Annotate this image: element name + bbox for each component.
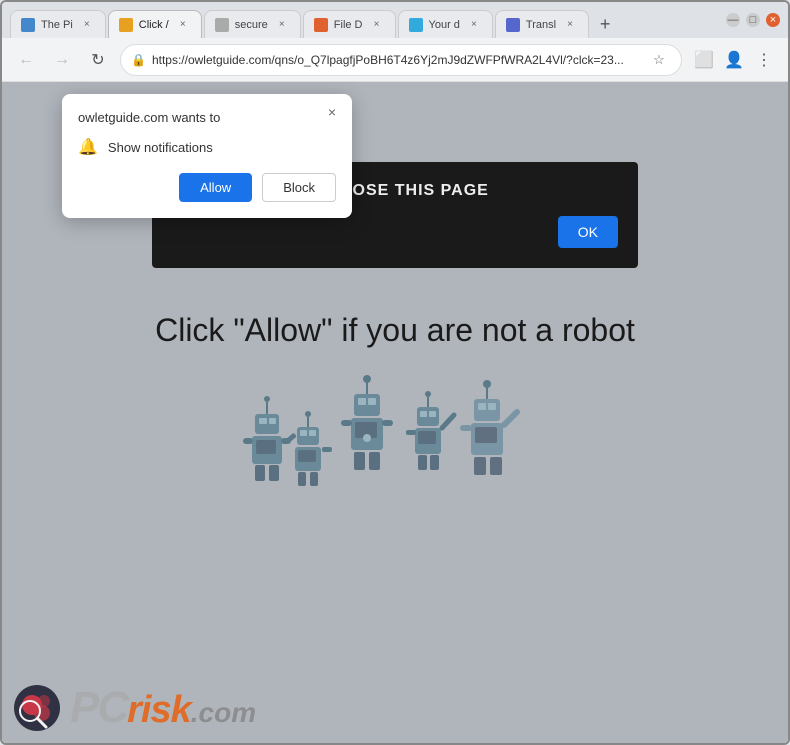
- new-tab-button[interactable]: +: [591, 10, 619, 38]
- tab-1-favicon: [21, 18, 35, 32]
- popup-title: owletguide.com wants to: [78, 110, 336, 125]
- maximize-button[interactable]: □: [746, 13, 760, 27]
- notification-popup: × owletguide.com wants to 🔔 Show notific…: [62, 94, 352, 218]
- back-button[interactable]: ←: [12, 46, 40, 74]
- tab-3-favicon: [215, 18, 229, 32]
- tab-6-title: Transl: [526, 19, 556, 31]
- nav-end-icons: ⬜ 👤 ⋮: [690, 46, 778, 74]
- tab-2-title: Click /: [139, 19, 169, 31]
- pcrisk-logo-icon: [12, 683, 62, 733]
- page-main-text: Click "Allow" if you are not a robot: [2, 312, 788, 349]
- notification-label: Show notifications: [108, 140, 213, 155]
- risk-text: risk: [127, 689, 191, 732]
- minimize-button[interactable]: —: [726, 13, 740, 27]
- browser-window: The Pi × Click / × secure × File D ×: [0, 0, 790, 745]
- dotcom-text: .com: [191, 697, 256, 729]
- tab-1-title: The Pi: [41, 19, 73, 31]
- pc-text: PC: [70, 683, 127, 733]
- tab-5-favicon: [409, 18, 423, 32]
- tab-1[interactable]: The Pi ×: [10, 10, 106, 38]
- tab-3[interactable]: secure ×: [204, 10, 301, 38]
- menu-button[interactable]: ⋮: [750, 46, 778, 74]
- tab-2[interactable]: Click / ×: [108, 10, 202, 38]
- tab-5-close[interactable]: ×: [466, 17, 482, 33]
- address-bar[interactable]: 🔒 https://owletguide.com/qns/o_Q7lpagfjP…: [120, 44, 682, 76]
- page-content: CLICK ALLOW TO CLOSE THIS PAGE OK × owle…: [2, 82, 788, 743]
- nav-bar: ← → ↻ 🔒 https://owletguide.com/qns/o_Q7l…: [2, 38, 788, 82]
- tabs-area: The Pi × Click / × secure × File D ×: [10, 2, 714, 38]
- lock-icon: 🔒: [131, 53, 146, 67]
- window-controls: — □ ×: [726, 13, 780, 27]
- tab-2-close[interactable]: ×: [175, 17, 191, 33]
- ok-button[interactable]: OK: [558, 216, 618, 248]
- ok-button-row: OK: [172, 216, 618, 248]
- bell-icon: 🔔: [78, 137, 98, 157]
- tab-6[interactable]: Transl ×: [495, 10, 589, 38]
- tab-5[interactable]: Your d ×: [398, 10, 493, 38]
- popup-buttons: Allow Block: [78, 173, 336, 202]
- block-button[interactable]: Block: [262, 173, 336, 202]
- allow-button[interactable]: Allow: [179, 173, 252, 202]
- tab-6-favicon: [506, 18, 520, 32]
- tab-2-favicon: [119, 18, 133, 32]
- tab-3-title: secure: [235, 19, 268, 31]
- profile-button[interactable]: 👤: [720, 46, 748, 74]
- address-icons: ☆: [647, 48, 671, 72]
- extensions-button[interactable]: ⬜: [690, 46, 718, 74]
- popup-notification-row: 🔔 Show notifications: [78, 137, 336, 157]
- tab-1-close[interactable]: ×: [79, 17, 95, 33]
- tab-6-close[interactable]: ×: [562, 17, 578, 33]
- close-window-button[interactable]: ×: [766, 13, 780, 27]
- tab-4-title: File D: [334, 19, 363, 31]
- tab-3-close[interactable]: ×: [274, 17, 290, 33]
- pcrisk-watermark: PC risk .com: [12, 683, 256, 733]
- robots-svg: [235, 362, 555, 522]
- tab-4[interactable]: File D ×: [303, 10, 396, 38]
- reload-button[interactable]: ↻: [84, 46, 112, 74]
- pcrisk-brand-text: PC risk .com: [70, 683, 256, 733]
- tab-5-title: Your d: [429, 19, 460, 31]
- title-bar: The Pi × Click / × secure × File D ×: [2, 2, 788, 38]
- bookmark-icon[interactable]: ☆: [647, 48, 671, 72]
- popup-close-button[interactable]: ×: [322, 102, 342, 122]
- forward-button[interactable]: →: [48, 46, 76, 74]
- tab-4-favicon: [314, 18, 328, 32]
- address-text: https://owletguide.com/qns/o_Q7lpagfjPoB…: [152, 53, 641, 67]
- tab-4-close[interactable]: ×: [369, 17, 385, 33]
- robots-illustration: [235, 362, 555, 522]
